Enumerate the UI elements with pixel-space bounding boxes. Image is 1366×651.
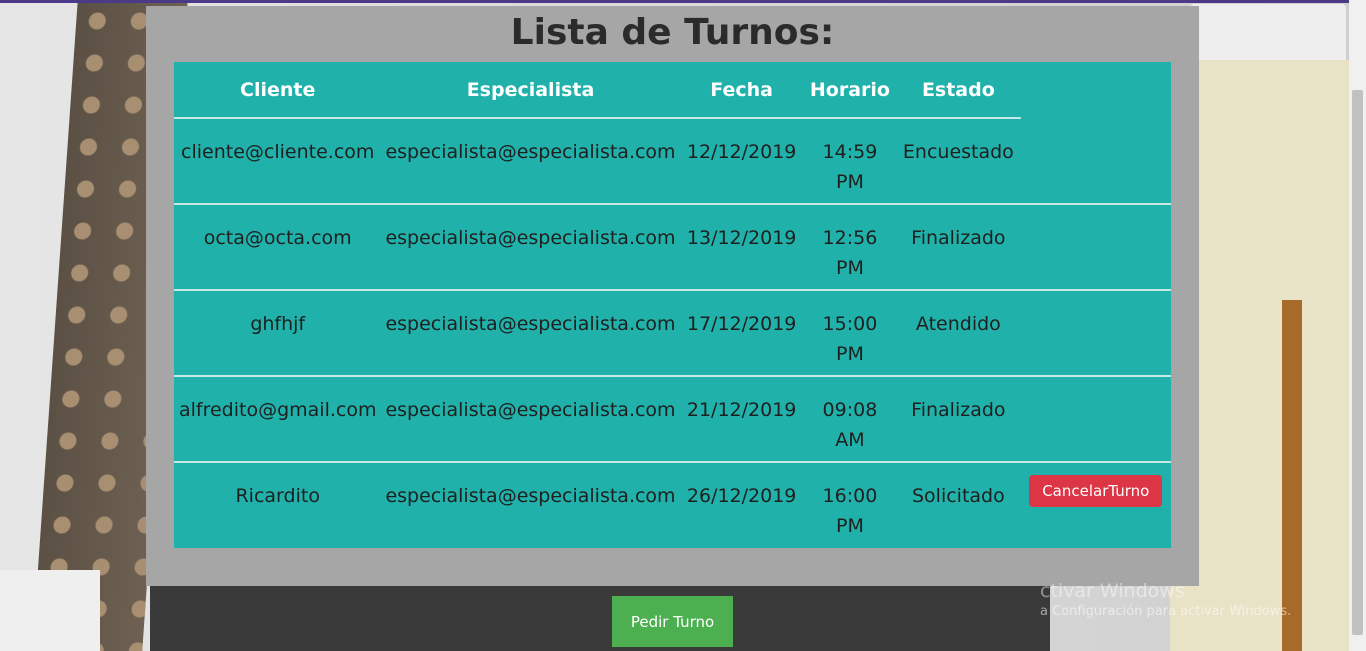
table-row: ghfhjf especialista@especialista.com 17/…	[174, 290, 1171, 377]
activation-watermark-title: ctivar Windows	[1040, 580, 1185, 602]
column-header-horario: Horario	[803, 62, 897, 119]
horario-period: PM	[835, 515, 864, 537]
table-header-row: Cliente Especialista Fecha Horario Estad…	[174, 62, 1171, 119]
cell-horario: 16:00 PM	[804, 462, 896, 548]
column-header-fecha: Fecha	[679, 62, 804, 119]
horario-period: PM	[835, 343, 864, 365]
scrollbar[interactable]	[1349, 0, 1366, 651]
cell-cliente: Ricardito	[235, 485, 320, 507]
cell-action	[1020, 204, 1171, 291]
cell-action	[1020, 376, 1171, 463]
cell-estado: Encuestado	[896, 118, 1021, 205]
horario-time: 09:08	[822, 399, 878, 421]
cell-fecha: 13/12/2019	[679, 204, 804, 291]
column-header-action	[1020, 62, 1171, 118]
cell-horario: 12:56 PM	[803, 204, 897, 291]
background-door-frame	[1282, 300, 1302, 651]
cell-cliente: octa@octa.com	[174, 204, 382, 291]
turnos-panel: Lista de Turnos: Cliente Especialista Fe…	[146, 6, 1199, 586]
background-counter	[150, 586, 1050, 651]
cell-horario: 09:08 AM	[803, 376, 897, 463]
cell-action: CancelarTurno	[1021, 462, 1171, 548]
cell-especialista: especialista@especialista.com	[381, 376, 680, 463]
cell-cliente: cliente@cliente.com	[174, 118, 382, 205]
column-header-estado: Estado	[896, 62, 1021, 119]
cell-estado: Atendido	[896, 290, 1021, 377]
cell-fecha: 26/12/2019	[686, 485, 797, 507]
horario-period: PM	[835, 171, 864, 193]
cell-cliente: alfredito@gmail.com	[174, 376, 382, 463]
horario-period: AM	[835, 429, 865, 451]
column-header-cliente: Cliente	[174, 62, 382, 119]
cell-horario: 14:59 PM	[803, 118, 897, 205]
page-title: Lista de Turnos:	[510, 12, 835, 53]
table-row: octa@octa.com especialista@especialista.…	[174, 204, 1171, 291]
cancel-turno-button[interactable]: CancelarTurno	[1029, 475, 1163, 507]
horario-time: 15:00	[822, 313, 878, 335]
cell-estado: Finalizado	[896, 376, 1021, 463]
horario-time: 12:56	[822, 227, 878, 249]
cell-especialista: especialista@especialista.com	[385, 485, 676, 507]
horario-time: 16:00	[822, 485, 878, 507]
cell-fecha: 21/12/2019	[679, 376, 804, 463]
table-row: cliente@cliente.com especialista@especia…	[174, 118, 1171, 205]
cell-estado: Solicitado	[911, 485, 1005, 507]
cell-estado: Finalizado	[896, 204, 1021, 291]
background-switch-panel	[0, 570, 100, 651]
horario-period: PM	[835, 257, 864, 279]
column-header-especialista: Especialista	[381, 62, 680, 119]
table-row: alfredito@gmail.com especialista@especia…	[174, 376, 1171, 463]
cell-fecha: 17/12/2019	[679, 290, 804, 377]
cell-especialista: especialista@especialista.com	[381, 290, 680, 377]
cell-horario: 15:00 PM	[803, 290, 897, 377]
table-row: Ricardito especialista@especialista.com …	[174, 462, 1171, 548]
scrollbar-thumb[interactable]	[1352, 90, 1363, 635]
horario-time: 14:59	[822, 141, 878, 163]
cell-especialista: especialista@especialista.com	[381, 204, 680, 291]
activation-watermark-text: a Configuración para activar Windows.	[1040, 604, 1292, 619]
cell-action	[1020, 290, 1171, 377]
cell-action	[1020, 118, 1171, 205]
top-border	[0, 0, 1366, 3]
cell-cliente: ghfhjf	[174, 290, 382, 377]
cell-fecha: 12/12/2019	[679, 118, 804, 205]
cell-especialista: especialista@especialista.com	[381, 118, 680, 205]
pedir-turno-button[interactable]: Pedir Turno	[612, 596, 733, 647]
turnos-table: Cliente Especialista Fecha Horario Estad…	[174, 62, 1171, 548]
